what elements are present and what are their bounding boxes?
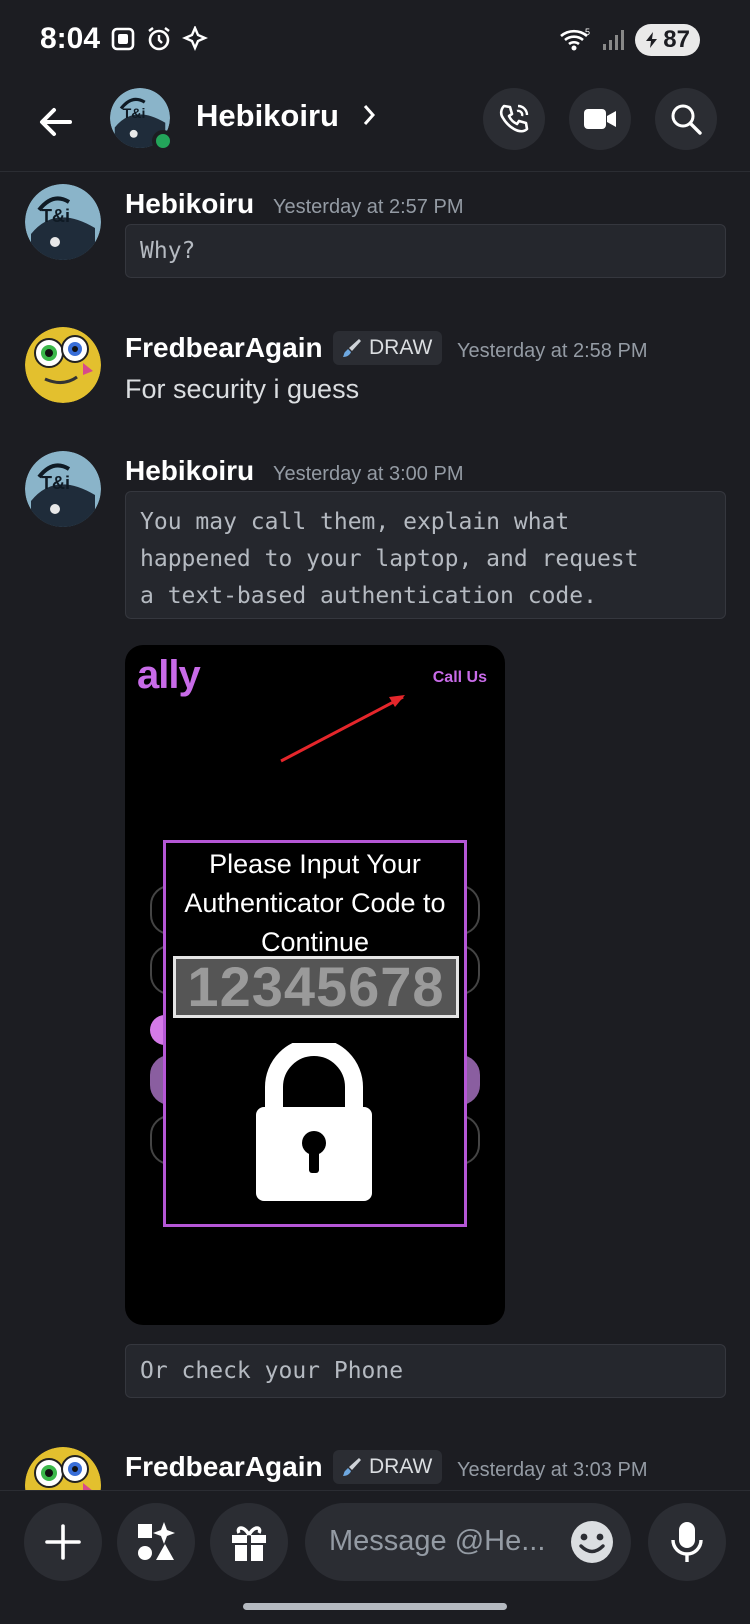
chevron-right-icon[interactable] <box>360 102 378 128</box>
svg-text:T&i: T&i <box>123 106 146 122</box>
message-timestamp: Yesterday at 3:03 PM <box>457 1459 648 1481</box>
message-author[interactable]: FredbearAgain <box>125 1451 323 1483</box>
back-button[interactable] <box>30 96 82 148</box>
message-input[interactable]: Message @He... <box>305 1503 631 1581</box>
code-block: Or check your Phone <box>125 1344 726 1398</box>
role-badge: DRAW <box>333 1450 443 1484</box>
svg-text:T&i: T&i <box>41 473 70 493</box>
authenticator-code: 12345678 <box>173 956 459 1018</box>
avatar[interactable]: T&i <box>110 88 174 152</box>
role-badge: DRAW <box>333 331 443 365</box>
svg-text:5: 5 <box>585 27 590 37</box>
app-root: 8:04 5 87 T&i Hebikoiru T&i Hebikoiru Ye… <box>0 0 750 1624</box>
svg-text:T&i: T&i <box>41 206 70 226</box>
chat-title[interactable]: Hebikoiru <box>196 98 339 134</box>
status-icons-right: 5 87 <box>559 24 700 56</box>
lock-icon <box>256 1043 372 1201</box>
prompt-text: Please Input Your Authenticator Code to … <box>184 849 446 957</box>
alarm-icon <box>148 27 170 51</box>
emoji-icon[interactable] <box>569 1519 615 1565</box>
status-icons-left <box>110 26 208 52</box>
avatar[interactable]: T&i <box>25 451 101 527</box>
voice-message-button[interactable] <box>648 1503 726 1581</box>
plus-icon <box>45 1524 81 1560</box>
message-timestamp: Yesterday at 2:57 PM <box>273 196 464 218</box>
wifi-icon: 5 <box>560 27 590 51</box>
red-arrow-annotation <box>280 695 405 763</box>
avatar[interactable]: T&i <box>25 184 101 260</box>
brush-icon <box>343 1458 361 1476</box>
status-time: 8:04 <box>40 22 101 55</box>
message-author[interactable]: Hebikoiru <box>125 188 254 220</box>
apps-icon <box>138 1522 175 1560</box>
search-button[interactable] <box>655 88 717 150</box>
avatar[interactable] <box>25 327 101 403</box>
code-block: Why? <box>125 224 726 278</box>
brush-icon <box>343 339 361 357</box>
status-bar: 8:04 5 87 <box>0 0 750 84</box>
online-status-dot <box>152 130 174 152</box>
battery-icon: 87 <box>635 24 700 56</box>
home-indicator[interactable] <box>243 1603 507 1610</box>
add-attachment-button[interactable] <box>24 1503 102 1581</box>
video-call-button[interactable] <box>569 88 631 150</box>
message-timestamp: Yesterday at 2:58 PM <box>457 340 648 362</box>
microphone-icon <box>671 1522 703 1562</box>
role-badge-label: DRAW <box>369 1455 433 1478</box>
video-camera-icon <box>584 109 616 129</box>
avatar[interactable] <box>25 1447 101 1490</box>
message-timestamp: Yesterday at 3:00 PM <box>273 463 464 485</box>
gift-button[interactable] <box>210 1503 288 1581</box>
back-arrow-icon <box>40 108 72 136</box>
message-author[interactable]: FredbearAgain <box>125 332 323 364</box>
message-text: For security i guess <box>125 374 360 404</box>
message-input-placeholder: Message @He... <box>329 1525 546 1557</box>
role-badge-label: DRAW <box>369 336 433 359</box>
authenticator-prompt: Please Input Your Authenticator Code to … <box>163 840 467 1227</box>
signal-icon <box>603 30 625 50</box>
assistant-icon <box>182 26 208 52</box>
screenshot-icon <box>111 27 135 51</box>
phone-call-icon <box>499 104 529 133</box>
search-icon <box>671 104 702 135</box>
image-attachment[interactable]: ally Call Us Please Input Your Authentic… <box>125 645 505 1325</box>
call-us-link: Call Us <box>432 669 487 686</box>
gift-icon <box>232 1526 266 1561</box>
chat-header: T&i Hebikoiru <box>0 84 750 172</box>
battery-level: 87 <box>663 26 690 53</box>
message-author[interactable]: Hebikoiru <box>125 455 254 487</box>
voice-call-button[interactable] <box>483 88 545 150</box>
code-block: You may call them, explain what happened… <box>125 491 726 619</box>
apps-button[interactable] <box>117 1503 195 1581</box>
ally-logo: ally <box>137 653 201 697</box>
